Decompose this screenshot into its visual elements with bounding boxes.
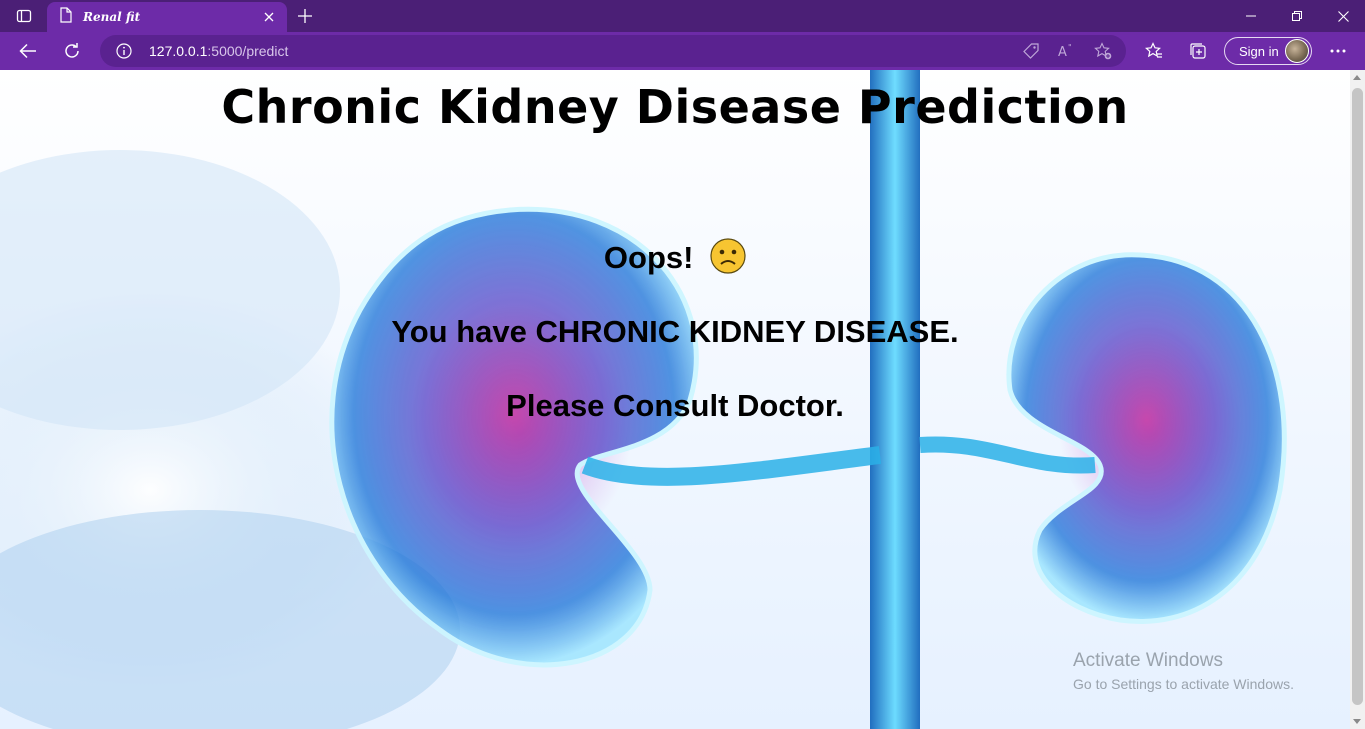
more-icon[interactable] bbox=[1323, 36, 1353, 66]
url-path: :5000/predict bbox=[207, 43, 289, 59]
tag-icon[interactable] bbox=[1022, 42, 1040, 60]
sad-face-icon bbox=[710, 238, 746, 282]
scroll-down-arrow[interactable] bbox=[1353, 719, 1361, 724]
collections-icon[interactable] bbox=[1183, 36, 1213, 66]
consult-advice: Please Consult Doctor. bbox=[506, 388, 844, 423]
plus-icon[interactable] bbox=[293, 4, 317, 28]
minimize-icon[interactable] bbox=[1228, 0, 1274, 32]
sign-in-button[interactable]: Sign in bbox=[1224, 37, 1312, 65]
address-bar[interactable]: 127.0.0.1:5000/predict A " bbox=[100, 35, 1126, 67]
watermark-line-2: Go to Settings to activate Windows. bbox=[1073, 676, 1294, 692]
refresh-icon[interactable] bbox=[57, 36, 87, 66]
page-title: Chronic Kidney Disease Prediction bbox=[221, 80, 1129, 134]
back-arrow-icon[interactable] bbox=[13, 36, 43, 66]
browser-titlebar: Renal fit bbox=[0, 0, 1365, 32]
page-viewport: Chronic Kidney Disease Prediction Oops! … bbox=[0, 70, 1350, 729]
close-icon[interactable] bbox=[261, 9, 277, 25]
tab-title: Renal fit bbox=[83, 10, 141, 24]
scroll-up-arrow[interactable] bbox=[1353, 75, 1361, 80]
url-host: 127.0.0.1 bbox=[149, 43, 208, 59]
close-window-icon[interactable] bbox=[1320, 0, 1365, 32]
add-favorite-icon[interactable] bbox=[1094, 42, 1112, 60]
read-aloud-icon[interactable]: A " bbox=[1058, 42, 1076, 60]
tab-actions-icon[interactable] bbox=[8, 4, 40, 28]
page-icon bbox=[59, 6, 73, 28]
svg-text:A: A bbox=[1058, 45, 1067, 60]
browser-toolbar: 127.0.0.1:5000/predict A " Sign in bbox=[0, 32, 1365, 70]
watermark-line-1: Activate Windows bbox=[1073, 650, 1223, 671]
avatar bbox=[1285, 39, 1309, 63]
oops-message: Oops! bbox=[0, 238, 1350, 282]
favorites-icon[interactable] bbox=[1139, 36, 1169, 66]
browser-tab-active[interactable]: Renal fit bbox=[47, 2, 287, 32]
vertical-scrollbar[interactable] bbox=[1350, 70, 1365, 729]
scroll-thumb[interactable] bbox=[1352, 88, 1363, 705]
diagnosis-result: You have CHRONIC KIDNEY DISEASE. bbox=[391, 314, 959, 349]
windows-activation-watermark: Activate Windows Go to Settings to activ… bbox=[1073, 650, 1294, 692]
svg-text:": " bbox=[1068, 43, 1072, 52]
sign-in-label: Sign in bbox=[1239, 43, 1279, 59]
info-icon[interactable] bbox=[116, 43, 132, 59]
url-text[interactable]: 127.0.0.1:5000/predict bbox=[149, 43, 288, 59]
restore-icon[interactable] bbox=[1274, 0, 1320, 32]
oops-text: Oops! bbox=[603, 240, 694, 275]
